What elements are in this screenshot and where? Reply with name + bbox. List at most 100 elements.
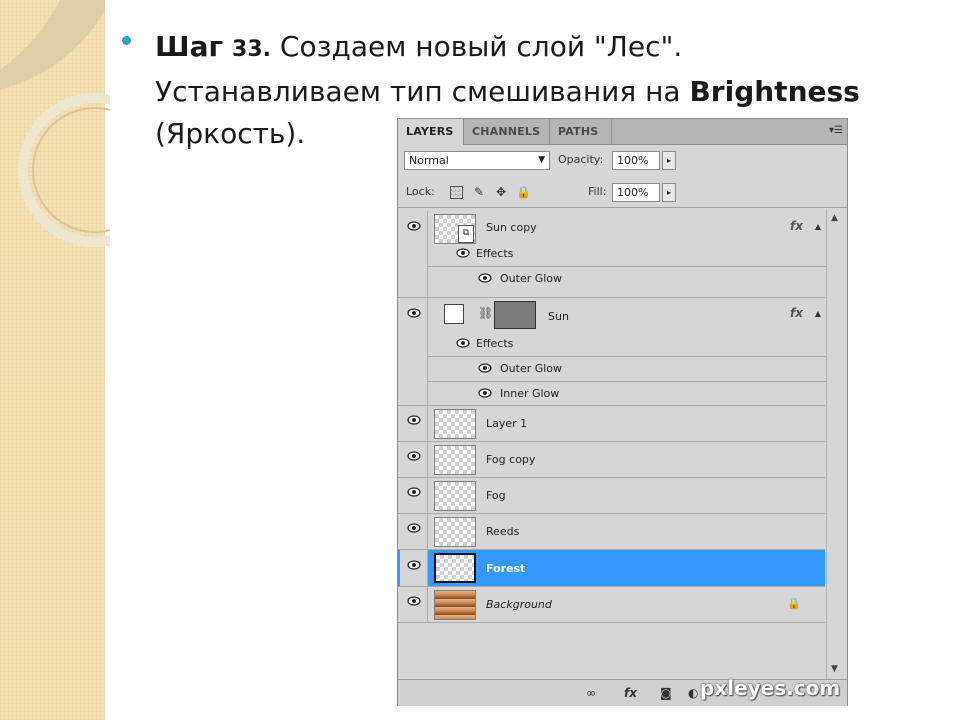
fill-color-thumbnail [444, 304, 464, 324]
lock-transparency-icon[interactable] [450, 186, 463, 199]
layer-thumbnail [434, 409, 476, 439]
effect-name: Inner Glow [500, 387, 560, 400]
eye-icon [407, 308, 421, 318]
eye-icon [456, 248, 470, 258]
layer-thumbnail [434, 553, 476, 583]
lock-label: Lock: [406, 185, 435, 198]
layer-mask-thumbnail [494, 301, 536, 329]
effect-row-inner-glow[interactable]: Inner Glow [428, 382, 828, 407]
layer-name: Reeds [486, 525, 520, 538]
layer-name: Sun copy [486, 221, 537, 234]
eye-icon [407, 596, 421, 606]
layer-fog[interactable]: Fog [398, 478, 825, 514]
layers-scrollbar[interactable]: ▲ ▼ [826, 209, 847, 679]
effect-row-outer-glow[interactable]: Outer Glow [428, 267, 828, 292]
link-layers-icon[interactable]: ∞ [586, 686, 596, 700]
panel-menu-icon[interactable]: ▾☰ [829, 125, 843, 136]
lock-move-icon[interactable]: ✥ [494, 185, 508, 199]
lock-all-icon[interactable]: 🔒 [516, 185, 531, 199]
visibility-toggle[interactable] [400, 442, 428, 477]
visibility-toggle[interactable] [400, 587, 428, 622]
layers-panel: LAYERS CHANNELS PATHS ▾☰ Normal ▼ Opacit… [397, 118, 848, 706]
panel-tab-bar: LAYERS CHANNELS PATHS ▾☰ [398, 119, 847, 145]
layer-layer-1[interactable]: Layer 1 [398, 406, 825, 442]
smart-object-icon: ⧉ [458, 225, 474, 243]
adjustment-layer-icon[interactable]: ◐ [688, 686, 698, 700]
eye-icon [407, 415, 421, 425]
tab-channels[interactable]: CHANNELS [464, 119, 550, 144]
effects-label: Effects [476, 337, 514, 350]
effects-label: Effects [476, 247, 514, 260]
slide-line-2-text: Устанавливаем тип смешивания на [155, 75, 690, 108]
eye-icon [407, 560, 421, 570]
opacity-slider-arrow[interactable]: ▸ [662, 151, 676, 170]
eye-icon [478, 363, 492, 373]
blend-options-row: Normal ▼ Opacity: 100% ▸ [398, 145, 847, 175]
tab-paths[interactable]: PATHS [550, 119, 612, 144]
layer-forest[interactable]: Forest [398, 550, 825, 587]
visibility-toggle[interactable] [400, 514, 428, 549]
visibility-toggle[interactable] [400, 478, 428, 513]
effects-row[interactable]: Effects [428, 242, 828, 267]
eye-icon [407, 221, 421, 231]
layer-thumbnail [434, 445, 476, 475]
layer-thumbnail [434, 590, 476, 620]
layer-name: Sun [548, 310, 569, 323]
decorative-circles [0, 0, 110, 247]
effects-row[interactable]: Effects [428, 332, 828, 357]
lock-brush-icon[interactable]: ✎ [472, 185, 486, 199]
fill-slider-arrow[interactable]: ▸ [662, 183, 676, 202]
layer-background[interactable]: Background 🔒 [398, 587, 825, 623]
effect-row-outer-glow[interactable]: Outer Glow [428, 357, 828, 382]
expand-arrow-icon[interactable]: ▲ [815, 309, 821, 318]
eye-icon [407, 523, 421, 533]
fill-label: Fill: [588, 185, 607, 198]
visibility-toggle[interactable] [400, 298, 428, 405]
lock-fill-row: Lock: ✎ ✥ 🔒 Fill: 100% ▸ [398, 177, 847, 208]
layer-reeds[interactable]: Reeds [398, 514, 825, 550]
opacity-input[interactable]: 100% [612, 151, 660, 170]
slide-line-1: Шаг 33. Создаем новый слой "Лес". [155, 26, 945, 71]
effect-name: Outer Glow [500, 362, 563, 375]
step-word: Шаг [155, 30, 224, 63]
eye-icon [407, 487, 421, 497]
slide-line-1-text: Создаем новый слой "Лес". [279, 30, 683, 63]
fx-icon[interactable]: fx [790, 219, 803, 233]
scroll-up-arrow-icon[interactable]: ▲ [831, 213, 838, 223]
add-style-icon[interactable]: fx [624, 686, 637, 700]
layer-name: Forest [486, 562, 526, 575]
opacity-label: Opacity: [558, 153, 604, 166]
scroll-down-arrow-icon[interactable]: ▼ [831, 664, 838, 674]
layer-name: Background [486, 598, 552, 611]
fill-input[interactable]: 100% [612, 183, 660, 202]
layer-sun[interactable]: ⛓ Sun fx ▲ Effects Outer Glow Inner Glow [398, 298, 828, 407]
visibility-toggle[interactable] [400, 406, 428, 441]
lock-icon: 🔒 [787, 597, 801, 610]
slide-line-2: Устанавливаем тип смешивания на Brightne… [155, 71, 945, 113]
effect-name: Outer Glow [500, 272, 563, 285]
fx-icon[interactable]: fx [790, 306, 803, 320]
expand-arrow-icon[interactable]: ▲ [815, 222, 821, 231]
blend-mode-value: Normal [409, 154, 449, 167]
add-mask-icon[interactable]: ◙ [660, 686, 672, 700]
layer-name: Layer 1 [486, 417, 528, 430]
link-icon[interactable]: ⛓ [478, 306, 493, 320]
layer-thumbnail [434, 481, 476, 511]
step-number: 33. [232, 37, 272, 62]
chevron-down-icon: ▼ [538, 155, 545, 165]
layer-name: Fog [486, 489, 506, 502]
layer-sun-copy[interactable]: ⧉ Sun copy fx ▲ Effects Outer Glow [398, 211, 828, 298]
eye-icon [478, 388, 492, 398]
eye-icon [407, 451, 421, 461]
visibility-toggle[interactable] [400, 211, 428, 297]
layer-name: Fog copy [486, 453, 536, 466]
layer-thumbnail [434, 517, 476, 547]
watermark: pxleyes.com [700, 676, 841, 700]
blend-mode-select[interactable]: Normal ▼ [404, 151, 550, 170]
eye-icon [456, 338, 470, 348]
blend-mode-name: Brightness [689, 75, 860, 108]
layer-fog-copy[interactable]: Fog copy [398, 442, 825, 478]
visibility-toggle[interactable] [400, 550, 428, 586]
tab-layers[interactable]: LAYERS [398, 119, 464, 145]
eye-icon [478, 273, 492, 283]
